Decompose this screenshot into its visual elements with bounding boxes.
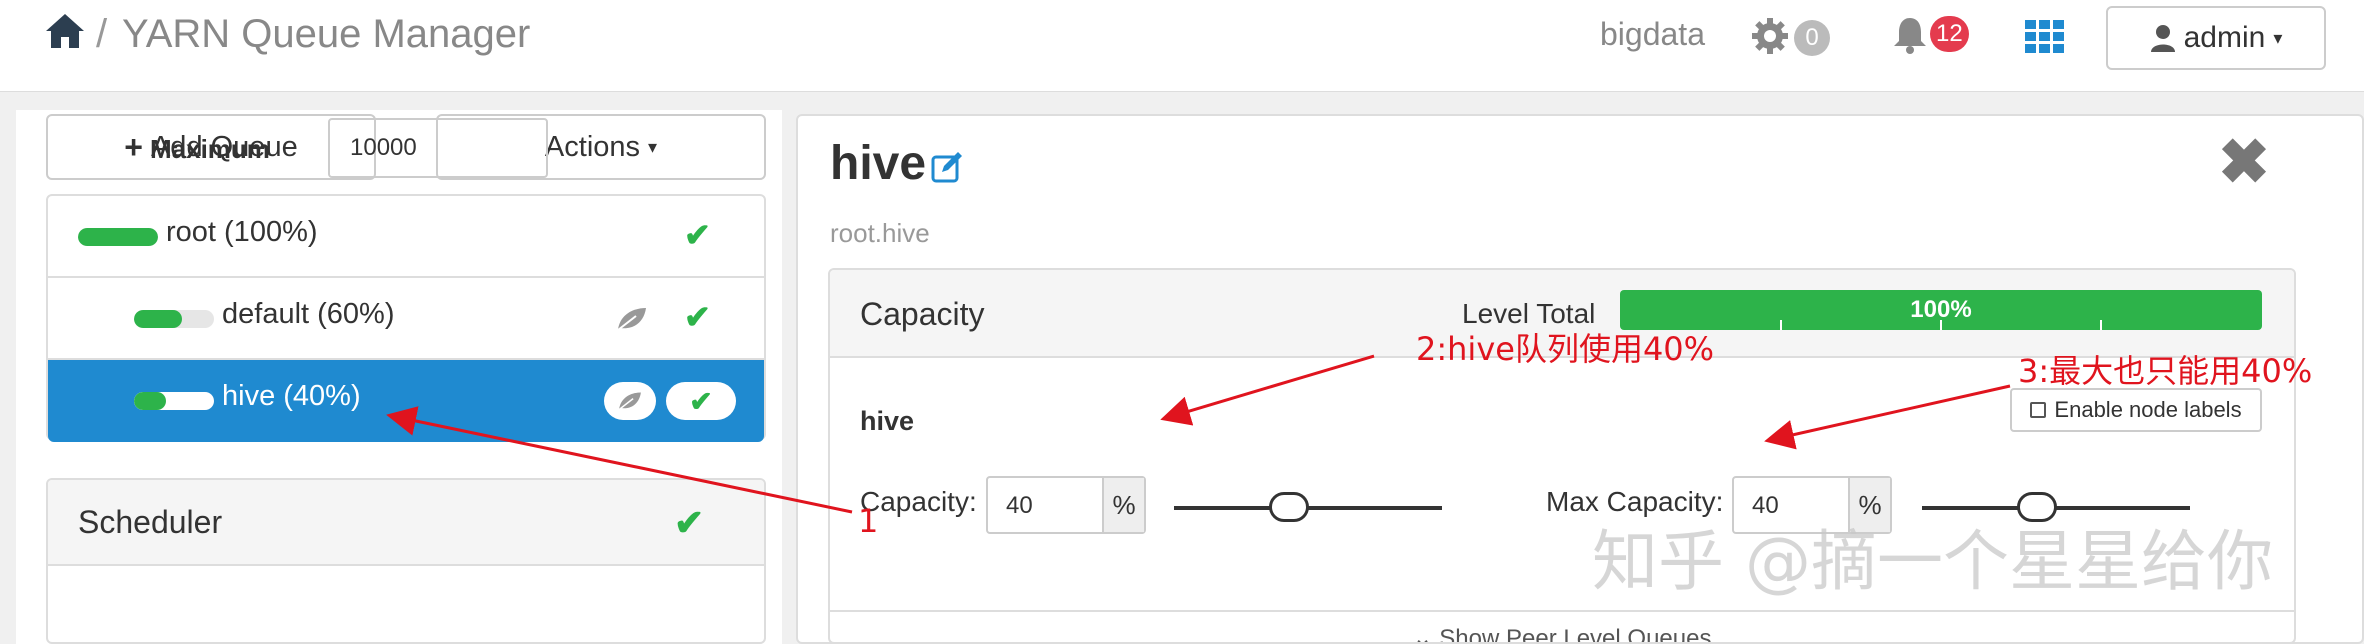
caret-down-icon: ▾	[648, 136, 658, 157]
queue-tree: root (100%) ✔ default (60%) ✔ hive (40%)…	[46, 194, 766, 442]
check-icon: ✔	[689, 385, 713, 417]
ops-count-badge: 0	[1794, 20, 1830, 56]
level-tick	[2100, 320, 2102, 330]
user-icon	[2150, 25, 2175, 52]
show-peer-queues-link[interactable]: ⌄ Show Peer Level Queues	[830, 610, 2294, 644]
capacity-input-group: 40 %	[986, 476, 1146, 534]
annotation-1: 1	[858, 502, 879, 540]
check-icon: ✔	[674, 502, 705, 543]
check-icon: ✔	[684, 299, 711, 335]
level-tick	[1940, 320, 1942, 330]
breadcrumb-separator: /	[96, 12, 108, 56]
top-navbar: / YARN Queue Manager bigdata 0 12 admin …	[0, 0, 2364, 92]
queue-title: hive	[830, 137, 927, 190]
queue-label: hive (40%)	[222, 380, 361, 412]
app-title: YARN Queue Manager	[122, 12, 531, 56]
slider-handle[interactable]	[1269, 492, 1310, 522]
watermark: 知乎 @摘一个星星给你	[1592, 523, 2273, 600]
leaf-icon	[618, 392, 641, 411]
capacity-title: Capacity	[860, 296, 985, 332]
queue-item-hive[interactable]: hive (40%) ✔	[48, 360, 764, 442]
level-tick	[1780, 320, 1782, 330]
user-menu-button[interactable]: admin ▾	[2106, 6, 2326, 70]
check-icon: ✔	[684, 217, 711, 253]
scheduler-title: Scheduler	[78, 504, 223, 540]
percent-addon: %	[1104, 478, 1144, 532]
capacity-input[interactable]: 40	[988, 478, 1104, 532]
status-badge: ✔	[666, 382, 736, 420]
enable-node-labels-label: Enable node labels	[2054, 397, 2242, 422]
queue-label: root (100%)	[166, 216, 318, 248]
queue-subtitle: hive	[860, 406, 915, 436]
alerts-count-badge: 12	[1930, 16, 1969, 52]
queue-label: default (60%)	[222, 298, 395, 330]
edit-icon[interactable]	[930, 150, 964, 184]
actions-label: Actions	[544, 130, 641, 163]
plus-icon: +	[124, 128, 143, 165]
level-total-value: 100%	[1910, 296, 1972, 323]
user-name: admin	[2183, 21, 2266, 54]
maximum-applications-input[interactable]: 10000	[328, 118, 548, 178]
gear-icon[interactable]	[1750, 16, 1790, 56]
enable-node-labels-toggle[interactable]: Enable node labels	[2010, 388, 2262, 432]
queue-path: root.hive	[830, 218, 930, 248]
queue-item-root[interactable]: root (100%) ✔	[48, 196, 764, 278]
caret-down-icon: ▾	[2273, 27, 2283, 48]
queue-capacity-bar	[134, 392, 214, 410]
home-icon[interactable]	[44, 10, 86, 52]
level-total-bar: 100%	[1620, 290, 2262, 330]
bell-icon[interactable]	[1890, 14, 1930, 56]
queue-capacity-bar	[134, 310, 214, 328]
chevron-down-icon: ⌄	[1412, 625, 1433, 644]
scheduler-header[interactable]: Scheduler ✔	[48, 480, 764, 566]
scheduler-panel: Scheduler ✔	[46, 478, 766, 644]
queue-capacity-bar	[78, 228, 158, 246]
annotation-2: 2:hive队列使用40%	[1416, 330, 1715, 368]
cluster-name[interactable]: bigdata	[1600, 16, 1705, 53]
leaf-badge	[604, 382, 656, 420]
checkbox-icon	[2030, 402, 2047, 418]
leaf-icon	[617, 308, 646, 331]
capacity-slider[interactable]	[1174, 492, 1442, 522]
show-peer-queues-label: Show Peer Level Queues	[1439, 625, 1712, 644]
apps-grid-icon[interactable]	[2025, 20, 2065, 54]
maximum-label: Maximum	[150, 134, 270, 164]
queue-item-default[interactable]: default (60%) ✔	[48, 278, 764, 360]
annotation-3: 3:最大也只能用40%	[2018, 352, 2313, 390]
close-icon[interactable]: ✖	[2218, 132, 2270, 194]
